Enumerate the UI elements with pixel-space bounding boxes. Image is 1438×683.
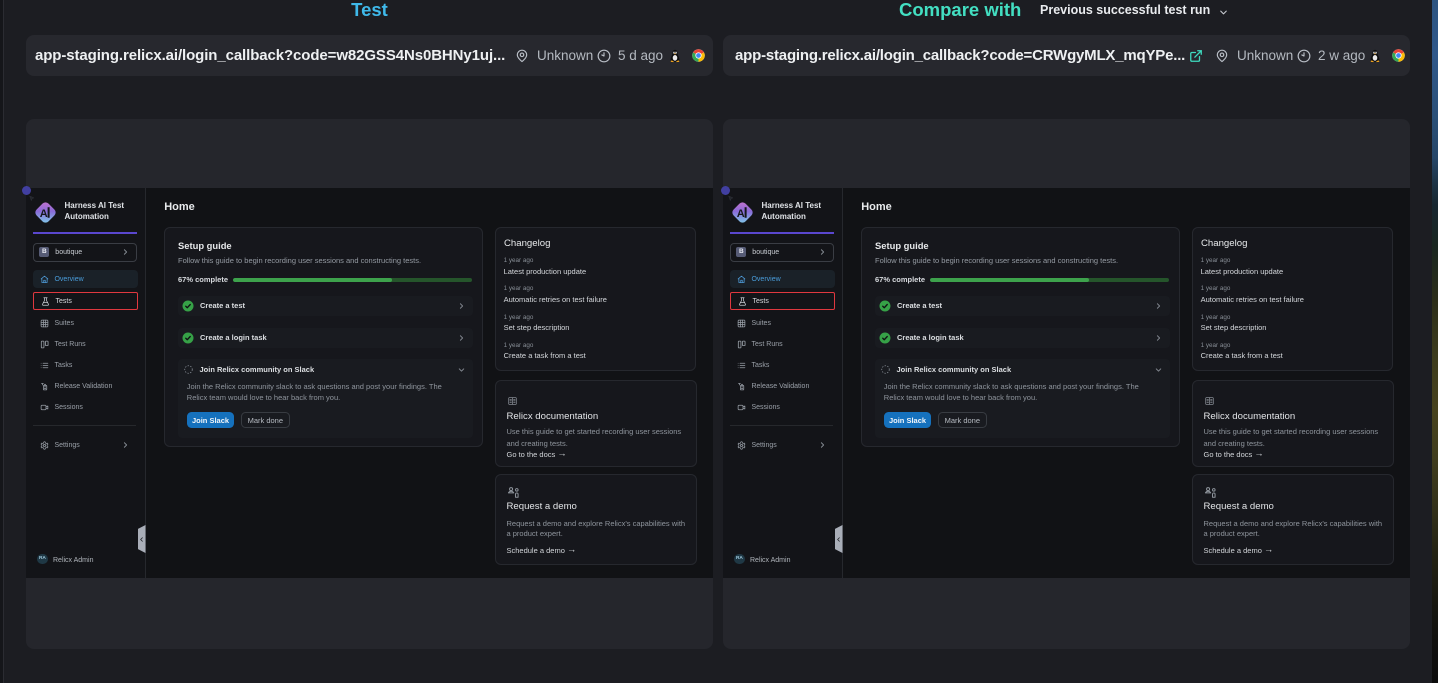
svg-text:A: A	[40, 208, 48, 220]
svg-text:A: A	[737, 208, 745, 220]
